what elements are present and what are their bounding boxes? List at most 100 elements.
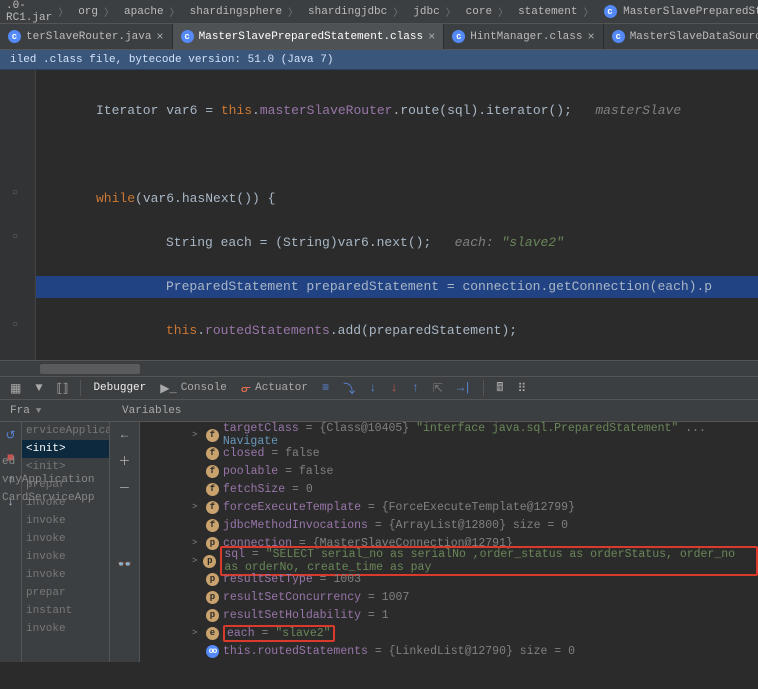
- variable-row[interactable]: >psql = "SELECT serial_no as serialNo ,o…: [152, 552, 758, 570]
- breakpoint-icon[interactable]: ○: [12, 188, 24, 200]
- breadcrumb-part-5[interactable]: core〉: [464, 4, 516, 20]
- variables-panel[interactable]: ← ＋ － 👓 >ftargetClass = {Class@10405} "i…: [110, 422, 758, 662]
- code-token: (var6.hasNext()) {: [135, 191, 275, 206]
- breadcrumb-label: org: [78, 6, 98, 18]
- frame-item[interactable]: instant: [22, 602, 109, 620]
- editor-tab-1[interactable]: c MasterSlavePreparedStatement.class ×: [173, 24, 445, 49]
- code-token: this: [221, 103, 252, 118]
- console-tab[interactable]: ▶_Console: [154, 379, 233, 398]
- variable-row[interactable]: >ftargetClass = {Class@10405} "interface…: [152, 426, 758, 444]
- class-icon: c: [612, 30, 625, 43]
- variable-row[interactable]: oothis.routedStatements = {LinkedList@12…: [152, 642, 758, 660]
- equals-sign: =: [361, 609, 382, 622]
- evaluate-button[interactable]: 🖩: [490, 376, 509, 401]
- variable-row[interactable]: ffetchSize = 0: [152, 480, 758, 498]
- horizontal-scrollbar[interactable]: [0, 360, 758, 376]
- restart-icon[interactable]: ↺: [5, 428, 15, 443]
- code-token: .: [197, 323, 205, 338]
- equals-sign: =: [278, 465, 299, 478]
- close-icon[interactable]: ×: [587, 30, 594, 44]
- debugger-tab[interactable]: Debugger: [87, 380, 152, 396]
- trace-button[interactable]: ⠿: [511, 379, 532, 398]
- variable-name: resultSetHoldability: [223, 609, 361, 622]
- frames-column-label[interactable]: Fra▼: [0, 405, 110, 417]
- frames-cut-labels: ed vayApplication CardServiceApp: [0, 453, 96, 507]
- variable-row[interactable]: fpoolable = false: [152, 462, 758, 480]
- variable-name: closed: [223, 447, 264, 460]
- expand-icon[interactable]: >: [192, 556, 199, 566]
- breadcrumb-part-6[interactable]: statement〉: [516, 4, 601, 20]
- breakpoint-icon[interactable]: ○: [12, 320, 24, 332]
- bookmark-button[interactable]: ⟦⟧: [51, 379, 75, 398]
- code-editor[interactable]: ○ ○ ○ Iterator var6 = this.masterSlaveRo…: [0, 70, 758, 360]
- close-icon[interactable]: ×: [156, 30, 163, 44]
- breadcrumb-part-3[interactable]: shardingjdbc〉: [306, 4, 411, 20]
- variable-badge-icon: p: [206, 609, 219, 622]
- filter-button[interactable]: ▼: [29, 379, 48, 397]
- step-over-button[interactable]: ⤵: [337, 378, 361, 399]
- run-to-cursor-button[interactable]: →|: [451, 379, 477, 397]
- separator: [80, 380, 81, 396]
- variable-badge-icon: p: [203, 555, 216, 568]
- plus-icon[interactable]: ＋: [118, 452, 130, 469]
- drop-frame-button[interactable]: ⇱: [427, 379, 449, 398]
- variable-row[interactable]: >eeach = "slave2": [152, 624, 758, 642]
- breadcrumb-final[interactable]: c MasterSlavePreparedStatement: [602, 5, 758, 18]
- actuator-tab[interactable]: ᓂActuator: [235, 379, 314, 398]
- breadcrumb-jar[interactable]: .0-RC1.jar〉: [4, 0, 76, 24]
- frame-item[interactable]: invoke: [22, 548, 109, 566]
- expand-icon[interactable]: >: [192, 502, 202, 512]
- variable-row[interactable]: >fforceExecuteTemplate = {ForceExecuteTe…: [152, 498, 758, 516]
- expand-icon[interactable]: >: [192, 628, 202, 638]
- equals-sign: =: [368, 645, 389, 658]
- variable-inner: sql = "SELECT serial_no as serialNo ,ord…: [220, 546, 758, 576]
- filter-icon: ▼: [35, 381, 42, 395]
- layout-button[interactable]: ▦: [4, 379, 27, 398]
- minus-icon[interactable]: －: [118, 479, 130, 496]
- frame-item[interactable]: prepar: [22, 584, 109, 602]
- step-into-button[interactable]: ↓: [363, 379, 382, 397]
- editor-tab-bar: c terSlaveRouter.java × c MasterSlavePre…: [0, 24, 758, 50]
- expand-icon[interactable]: >: [192, 430, 202, 440]
- frame-item[interactable]: invoke: [22, 530, 109, 548]
- editor-tab-0[interactable]: c terSlaveRouter.java ×: [0, 24, 173, 49]
- frame-item[interactable]: invoke: [22, 566, 109, 584]
- variable-value: false: [285, 447, 320, 460]
- breadcrumb-part-4[interactable]: jdbc〉: [411, 4, 463, 20]
- tab-label: MasterSlavePreparedStatement.class: [199, 31, 423, 43]
- code-token: Iterator var6 =: [96, 103, 221, 118]
- variable-row[interactable]: presultSetConcurrency = 1007: [152, 588, 758, 606]
- back-icon[interactable]: ←: [121, 428, 128, 442]
- frame-item[interactable]: erviceApplicati: [22, 422, 109, 440]
- expand-icon[interactable]: >: [192, 538, 202, 548]
- equals-sign: =: [368, 519, 389, 532]
- frame-item[interactable]: invoke: [22, 512, 109, 530]
- breadcrumb-part-2[interactable]: shardingsphere〉: [188, 4, 306, 20]
- editor-tab-3[interactable]: c MasterSlaveDataSource.class ×: [604, 24, 758, 49]
- console-tab-label: Console: [181, 382, 227, 394]
- variable-value: {LinkedList@12790} size = 0: [389, 645, 575, 658]
- editor-gutter: ○ ○ ○: [0, 70, 36, 360]
- frames-header: Fra▼ Variables: [0, 400, 758, 422]
- variable-row[interactable]: fjdbcMethodInvocations = {ArrayList@1280…: [152, 516, 758, 534]
- variable-row[interactable]: presultSetHoldability = 1: [152, 606, 758, 624]
- variable-inner: resultSetConcurrency = 1007: [223, 591, 409, 604]
- close-icon[interactable]: ×: [428, 30, 435, 44]
- editor-tab-2[interactable]: c HintManager.class ×: [444, 24, 603, 49]
- threads-button[interactable]: ≡: [316, 379, 335, 397]
- class-icon: c: [604, 5, 617, 18]
- step-out-button[interactable]: ↑: [406, 379, 425, 397]
- scrollbar-thumb[interactable]: [40, 364, 140, 374]
- force-step-into-button[interactable]: ↓: [384, 379, 403, 397]
- frame-item[interactable]: invoke: [22, 620, 109, 638]
- variable-badge-icon: f: [206, 465, 219, 478]
- variable-name: forceExecuteTemplate: [223, 501, 361, 514]
- equals-sign: =: [264, 447, 285, 460]
- breakpoint-icon[interactable]: ○: [12, 232, 24, 244]
- ellipsis: ...: [678, 422, 706, 435]
- breadcrumb-part-0[interactable]: org〉: [76, 4, 122, 20]
- inline-hint: each:: [431, 235, 501, 250]
- glasses-icon[interactable]: 👓: [117, 557, 132, 572]
- class-icon: c: [181, 30, 194, 43]
- breadcrumb-part-1[interactable]: apache〉: [122, 4, 188, 20]
